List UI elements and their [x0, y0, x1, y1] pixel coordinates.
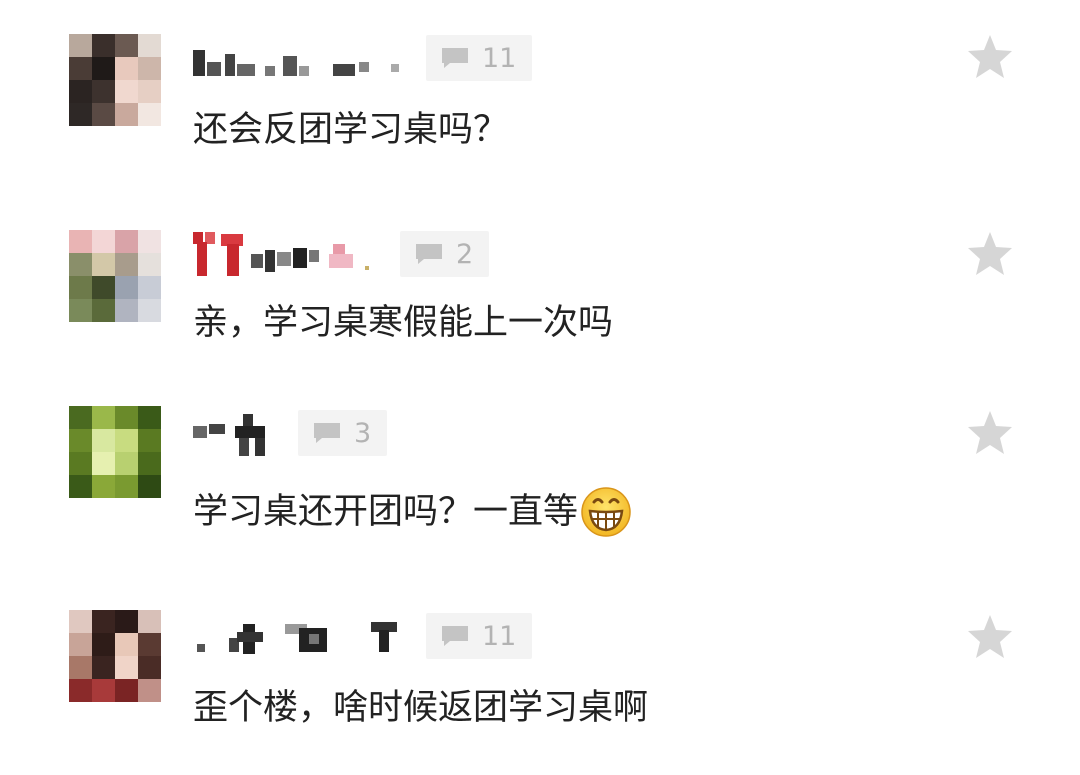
- star-icon: [968, 411, 1012, 454]
- reply-count-badge[interactable]: 3: [298, 410, 388, 456]
- favorite-star-button[interactable]: [966, 34, 1014, 80]
- star-icon: [968, 615, 1012, 658]
- comment-text: 歪个楼，啥时候返团学习桌啊: [193, 690, 648, 726]
- reply-count-badge[interactable]: 11: [426, 613, 533, 659]
- favorite-star-button[interactable]: [966, 231, 1014, 277]
- avatar[interactable]: [69, 406, 161, 498]
- speech-bubble-icon: [312, 421, 342, 445]
- reply-count: 11: [482, 42, 517, 74]
- favorite-star-button[interactable]: [966, 614, 1014, 660]
- reply-count: 3: [354, 417, 372, 449]
- username-censored[interactable]: [193, 42, 413, 82]
- username-censored[interactable]: [193, 618, 413, 658]
- comment-text: 学习桌还开团吗？一直等: [193, 486, 632, 538]
- comment-text-content: 亲，学习桌寒假能上一次吗: [193, 302, 614, 343]
- avatar[interactable]: [69, 610, 161, 702]
- comment-text: 还会反团学习桌吗？: [193, 112, 508, 148]
- speech-bubble-icon: [440, 46, 470, 70]
- reply-count-badge[interactable]: 2: [400, 231, 490, 277]
- avatar[interactable]: [69, 34, 161, 126]
- speech-bubble-icon: [414, 242, 444, 266]
- comment-text-content: 还会反团学习桌吗？: [193, 109, 509, 150]
- comment-text-content: 学习桌还开团吗？一直等: [193, 491, 579, 532]
- reply-count-badge[interactable]: 11: [426, 35, 533, 81]
- username-censored[interactable]: [193, 412, 283, 456]
- avatar[interactable]: [69, 230, 161, 322]
- reply-count: 2: [456, 238, 474, 270]
- star-icon: [968, 232, 1012, 275]
- favorite-star-button[interactable]: [966, 410, 1014, 456]
- star-icon: [968, 35, 1012, 78]
- comment-text: 亲，学习桌寒假能上一次吗: [193, 305, 613, 341]
- grinning-face-emoji-icon: [580, 486, 632, 538]
- comment-text-content: 歪个楼，啥时候返团学习桌啊: [193, 687, 649, 728]
- username-censored[interactable]: [193, 232, 383, 276]
- reply-count: 11: [482, 620, 517, 652]
- speech-bubble-icon: [440, 624, 470, 648]
